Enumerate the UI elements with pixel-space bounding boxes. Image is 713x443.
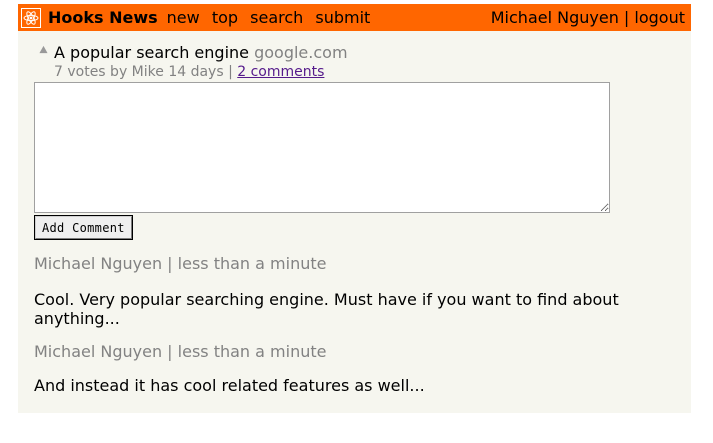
comment-separator: | bbox=[162, 254, 178, 273]
comments-link[interactable]: 2 comments bbox=[237, 64, 324, 80]
add-comment-button[interactable]: Add Comment bbox=[34, 215, 133, 240]
comment-meta: Michael Nguyen | less than a minute bbox=[34, 342, 326, 361]
comment-meta: Michael Nguyen | less than a minute bbox=[34, 254, 326, 273]
user-separator: | bbox=[618, 8, 635, 27]
upvote-arrow-icon[interactable] bbox=[38, 45, 48, 57]
top-bar: Hooks News new top search submit Michael… bbox=[18, 4, 691, 31]
comment-separator: | bbox=[162, 342, 178, 361]
logout-link[interactable]: logout bbox=[634, 8, 685, 27]
comment-author[interactable]: Michael Nguyen bbox=[34, 342, 162, 361]
comment-text: Cool. Very popular searching engine. Mus… bbox=[34, 290, 619, 328]
page-container: Hooks News new top search submit Michael… bbox=[18, 4, 691, 413]
comment-author[interactable]: Michael Nguyen bbox=[34, 254, 162, 273]
story-domain: google.com bbox=[254, 43, 348, 62]
story-title[interactable]: A popular search engine bbox=[54, 43, 249, 62]
comment-text: And instead it has cool related features… bbox=[34, 376, 425, 395]
nav-top[interactable]: top bbox=[212, 8, 238, 27]
story-meta: 7 votes by Mike 14 days | bbox=[54, 64, 238, 80]
main-nav: new top search submit bbox=[167, 8, 371, 27]
user-link[interactable]: Michael Nguyen bbox=[491, 8, 619, 27]
story-subtext: 7 votes by Mike 14 days | 2 comments bbox=[54, 63, 348, 81]
nav-search[interactable]: search bbox=[250, 8, 303, 27]
story-item: A popular search engine google.com 7 vot… bbox=[38, 43, 348, 81]
comment-time: less than a minute bbox=[177, 342, 327, 361]
comment-textarea[interactable] bbox=[34, 82, 610, 213]
story-body: A popular search engine google.com 7 vot… bbox=[54, 43, 348, 81]
atom-icon[interactable] bbox=[21, 7, 41, 28]
user-menu: Michael Nguyen | logout bbox=[491, 8, 685, 27]
site-name[interactable]: Hooks News bbox=[48, 8, 158, 27]
nav-submit[interactable]: submit bbox=[315, 8, 370, 27]
nav-new[interactable]: new bbox=[167, 8, 200, 27]
comment-time: less than a minute bbox=[177, 254, 327, 273]
story-title-line: A popular search engine google.com bbox=[54, 43, 348, 63]
